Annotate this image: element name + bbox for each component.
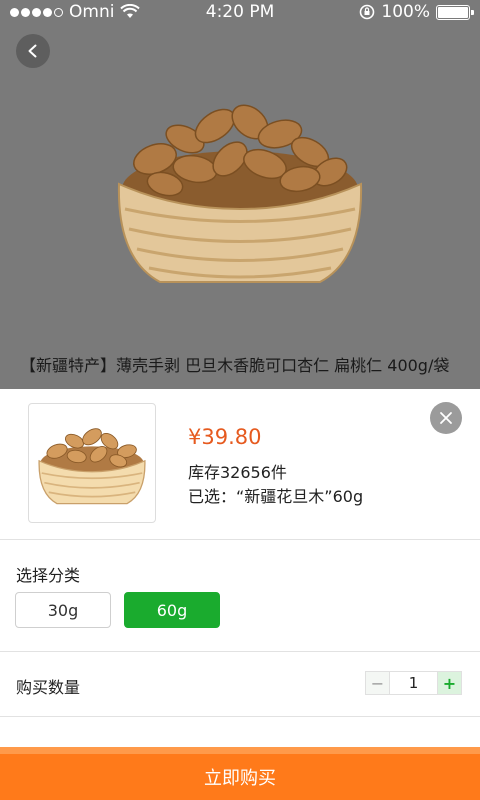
- quantity-stepper: − 1 +: [365, 671, 462, 695]
- divider: [0, 539, 480, 540]
- option-60g-button[interactable]: 60g: [124, 592, 220, 628]
- sku-stock: 库存32656件: [188, 463, 287, 482]
- close-icon: [440, 412, 452, 424]
- status-right: 100%: [359, 2, 474, 22]
- category-label: 选择分类: [16, 566, 81, 585]
- option-30g-button[interactable]: 30g: [15, 592, 111, 628]
- sku-selected-summary: 已选：“新疆花旦木”60g: [188, 487, 364, 506]
- divider: [0, 651, 480, 652]
- close-sheet-button[interactable]: [430, 402, 462, 434]
- product-page-dimmed: 【新疆特产】薄壳手剥 巴旦木香脆可口杏仁 扁桃仁 400g/袋: [0, 24, 480, 400]
- product-thumbnail-image: [38, 428, 146, 505]
- back-icon: [28, 44, 37, 58]
- quantity-decrease-button[interactable]: −: [366, 672, 390, 694]
- quantity-increase-button[interactable]: +: [437, 672, 461, 694]
- battery-icon: [436, 4, 474, 20]
- sku-bottom-sheet: ¥39.80 库存32656件 已选：“新疆花旦木”60g 选择分类 30g 6…: [0, 389, 480, 800]
- quantity-label: 购买数量: [16, 678, 81, 697]
- battery-percent: 100%: [381, 2, 430, 22]
- rotation-lock-icon: [360, 4, 375, 20]
- sku-price: ¥39.80: [188, 425, 262, 449]
- divider: [0, 716, 480, 717]
- buy-now-button[interactable]: 立即购买: [0, 747, 480, 800]
- back-button[interactable]: [16, 34, 50, 68]
- buy-now-label: 立即购买: [204, 767, 276, 789]
- quantity-value[interactable]: 1: [390, 672, 437, 694]
- product-title: 【新疆特产】薄壳手剥 巴旦木香脆可口杏仁 扁桃仁 400g/袋: [20, 356, 450, 375]
- status-bar: Omni 4:20 PM 100%: [0, 0, 480, 24]
- product-thumbnail: [28, 403, 156, 523]
- product-hero-image: [117, 104, 363, 283]
